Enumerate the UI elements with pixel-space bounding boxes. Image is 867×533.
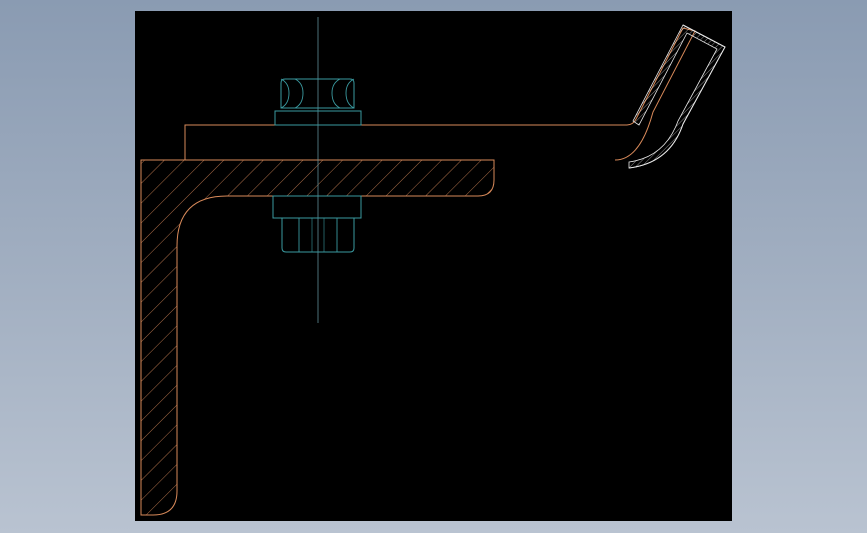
hex-nut-top[interactable] [280, 78, 355, 109]
flat-bar[interactable] [184, 27, 696, 161]
flat-bar-outline [184, 27, 696, 161]
bent-clip-section[interactable] [628, 24, 726, 169]
clip-outer-hatch [628, 24, 726, 169]
cad-drawing [140, 17, 726, 516]
angle-bracket-section[interactable] [140, 159, 495, 516]
angle-bracket-outline [140, 159, 495, 516]
washer-bottom[interactable] [272, 195, 362, 219]
drawing-viewport[interactable] [135, 11, 732, 521]
